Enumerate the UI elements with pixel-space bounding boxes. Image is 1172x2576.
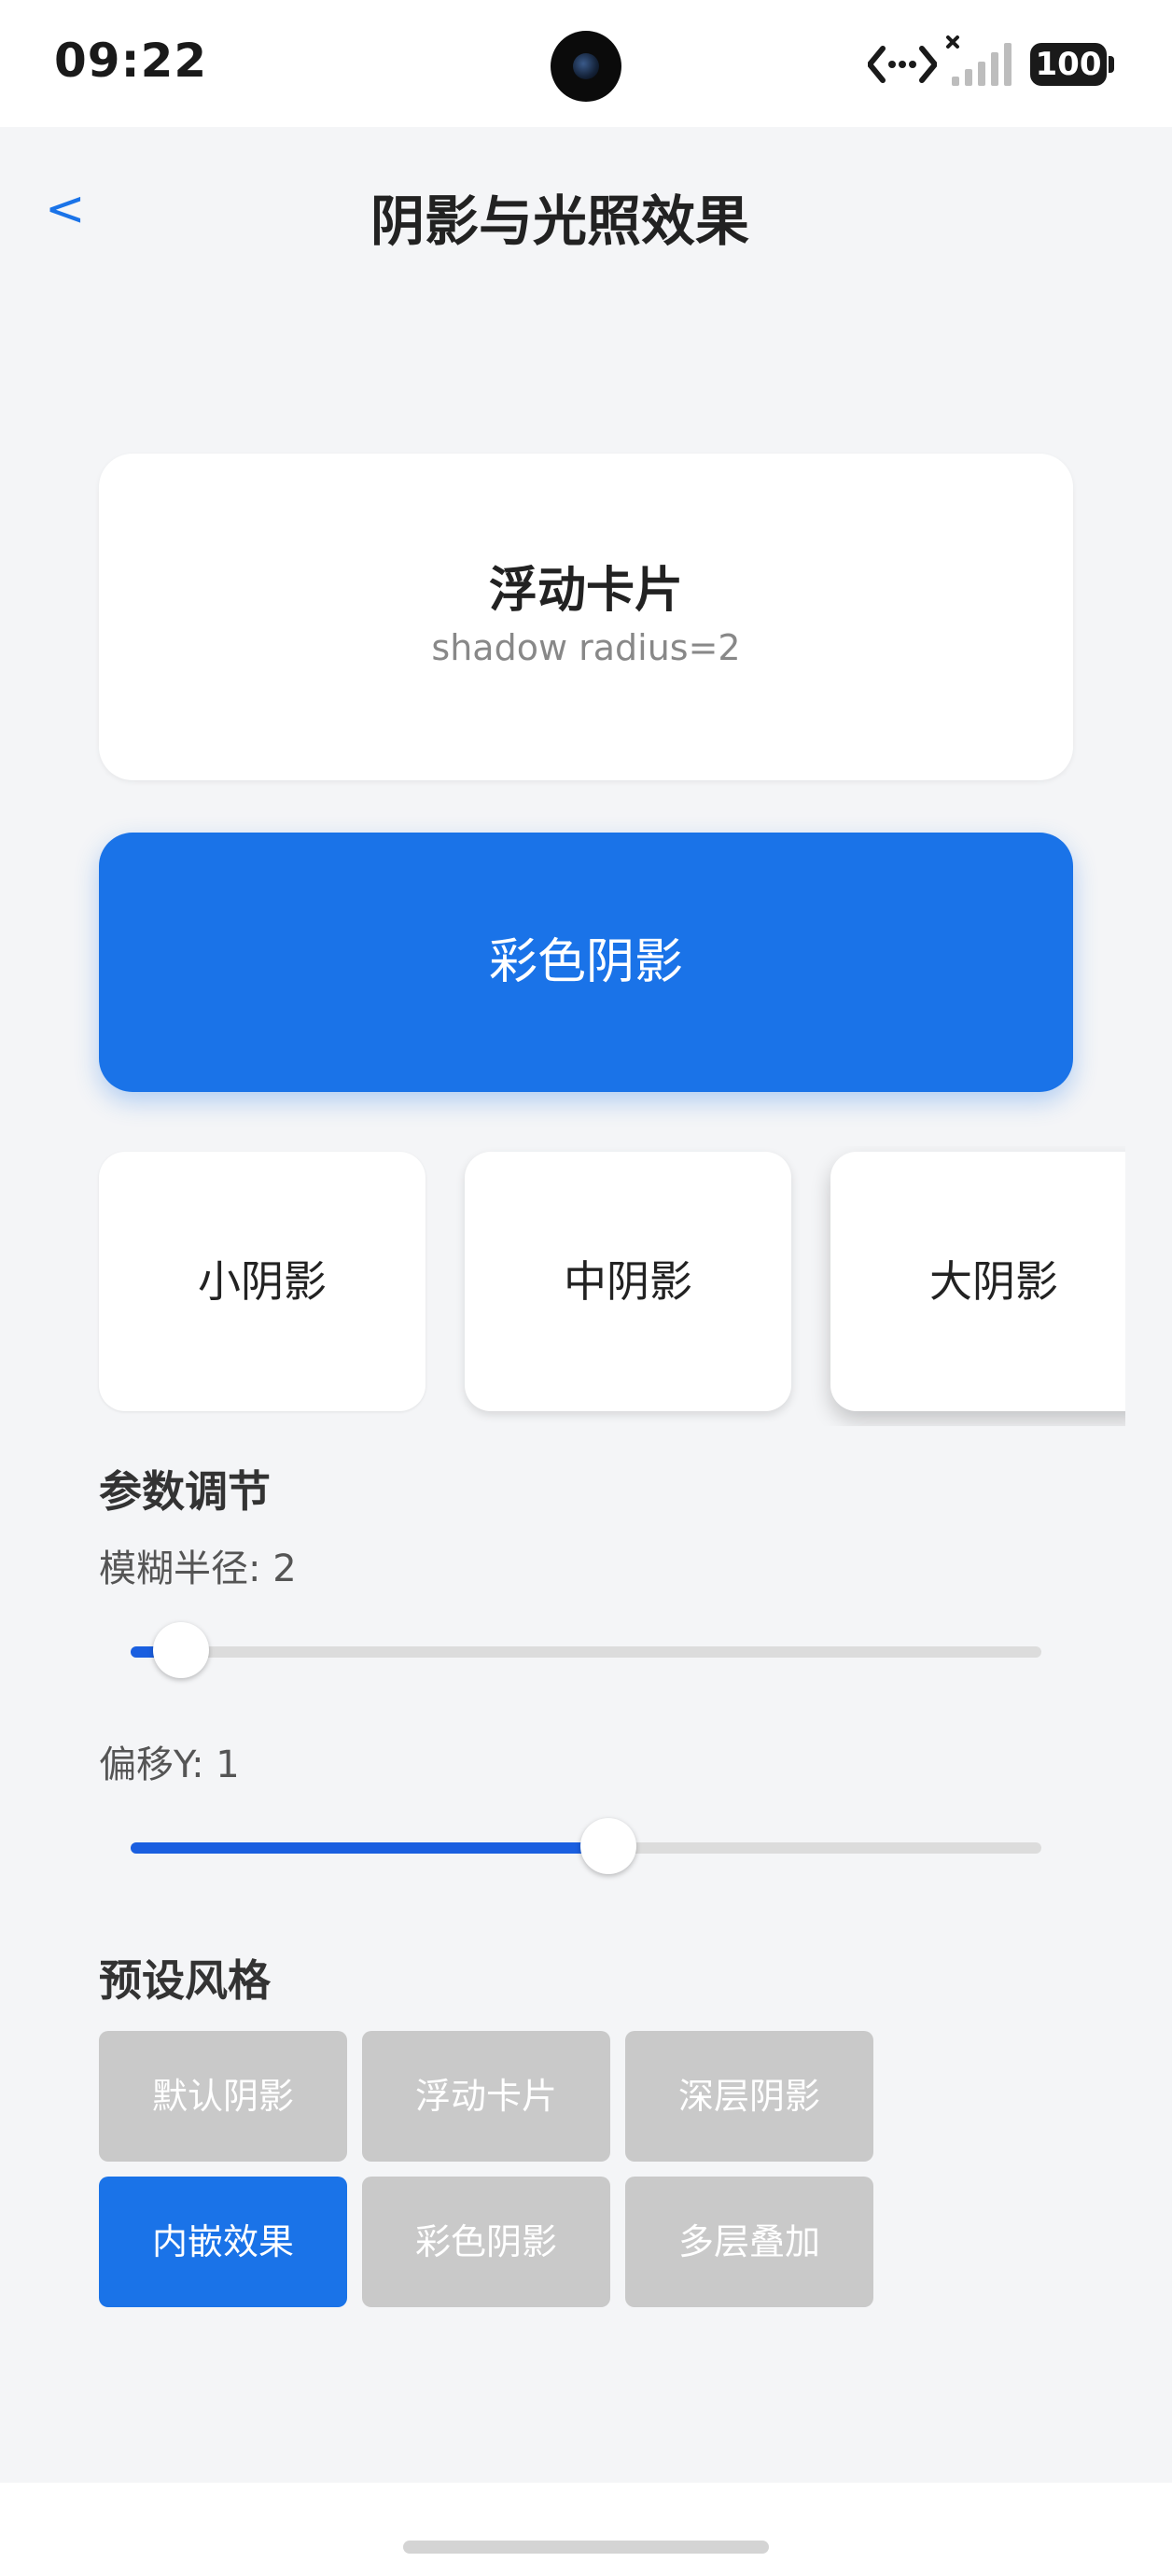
medium-shadow-card[interactable]: 中阴影 xyxy=(465,1152,791,1411)
blur-radius-slider[interactable] xyxy=(131,1622,1041,1678)
camera-icon xyxy=(551,31,621,102)
battery-icon: 100 xyxy=(1030,43,1107,86)
large-shadow-card[interactable]: 大阴影 xyxy=(830,1152,1125,1411)
page-title: 阴影与光照效果 xyxy=(370,189,749,253)
small-shadow-card[interactable]: 小阴影 xyxy=(99,1152,426,1411)
status-bar: 09:22 100 xyxy=(0,0,1172,127)
home-indicator[interactable] xyxy=(403,2541,769,2554)
preset-color-shadow[interactable]: 彩色阴影 xyxy=(362,2177,610,2307)
offset-y-slider-fill xyxy=(131,1842,609,1854)
preset-inset-effect[interactable]: 内嵌效果 xyxy=(99,2177,347,2307)
offset-y-label: 偏移Y: 1 xyxy=(99,1743,240,1786)
battery-tip xyxy=(1109,56,1114,73)
preset-multi-layer[interactable]: 多层叠加 xyxy=(625,2177,873,2307)
blur-radius-label: 模糊半径: 2 xyxy=(99,1547,297,1590)
float-card-subtitle: shadow radius=2 xyxy=(431,627,741,668)
blur-radius-slider-thumb[interactable] xyxy=(152,1622,209,1678)
float-card-title: 浮动卡片 xyxy=(488,563,683,619)
app-content: < 阴影与光照效果 浮动卡片 shadow radius=2 彩色阴影 小阴影 … xyxy=(0,127,1172,2483)
float-card[interactable]: 浮动卡片 shadow radius=2 xyxy=(99,454,1073,780)
presets-section-title: 预设风格 xyxy=(99,1955,271,2006)
params-section-title: 参数调节 xyxy=(99,1466,271,1517)
signal-icon xyxy=(946,35,1012,86)
shadow-card-row: 小阴影 中阴影 大阴影 xyxy=(0,1146,1125,1426)
status-time: 09:22 xyxy=(54,34,208,88)
offset-y-slider-thumb[interactable] xyxy=(580,1818,637,1874)
color-shadow-card[interactable]: 彩色阴影 xyxy=(99,833,1073,1092)
preset-deep-shadow[interactable]: 深层阴影 xyxy=(625,2031,873,2162)
preset-float-card[interactable]: 浮动卡片 xyxy=(362,2031,610,2162)
network-arrows-icon xyxy=(868,46,937,83)
preset-default-shadow[interactable]: 默认阴影 xyxy=(99,2031,347,2162)
bottom-bar xyxy=(0,2483,1172,2576)
offset-y-slider[interactable] xyxy=(131,1818,1041,1874)
